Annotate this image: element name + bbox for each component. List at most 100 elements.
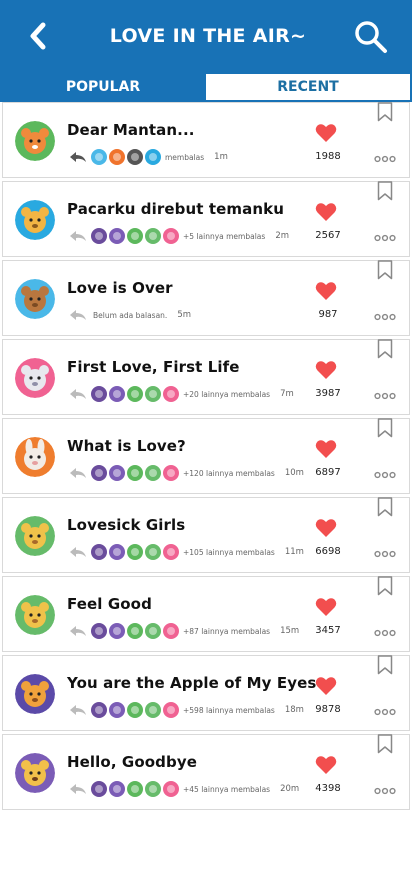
list-item[interactable]: Love is Over Belum ada balasan. 5m 987 xyxy=(2,260,410,336)
heart-icon[interactable] xyxy=(315,123,337,143)
avatar xyxy=(145,386,161,402)
reply-icon[interactable] xyxy=(69,309,87,321)
avatar xyxy=(109,149,125,165)
reply-summary: +598 lainnya membalas 18m xyxy=(69,701,304,719)
avatar[interactable] xyxy=(15,753,55,793)
heart-icon[interactable] xyxy=(315,202,337,222)
reply-summary: +120 lainnya membalas 10m xyxy=(69,464,304,482)
reply-icon[interactable] xyxy=(69,625,87,637)
avatar[interactable] xyxy=(15,358,55,398)
avatar xyxy=(91,702,107,718)
more-options-icon[interactable] xyxy=(374,708,396,716)
post-title[interactable]: Dear Mantan... xyxy=(67,121,195,139)
list-item[interactable]: Lovesick Girls +105 lainnya membalas 11m… xyxy=(2,497,410,573)
heart-icon[interactable] xyxy=(315,518,337,538)
post-title[interactable]: Pacarku direbut temanku xyxy=(67,200,284,218)
like-count: 9878 xyxy=(315,704,341,715)
tab-popular[interactable]: POPULAR xyxy=(0,72,206,102)
list-item[interactable]: What is Love? +120 lainnya membalas 10m … xyxy=(2,418,410,494)
avatar xyxy=(91,228,107,244)
bookmark-icon[interactable] xyxy=(377,655,393,675)
reply-icon[interactable] xyxy=(69,546,87,558)
reply-summary: +105 lainnya membalas 11m xyxy=(69,543,304,561)
avatar xyxy=(109,386,125,402)
avatar[interactable] xyxy=(15,516,55,556)
timestamp: 7m xyxy=(280,389,294,399)
bookmark-icon[interactable] xyxy=(377,576,393,596)
post-title[interactable]: Lovesick Girls xyxy=(67,516,185,534)
tab-recent[interactable]: RECENT xyxy=(206,72,412,102)
timestamp: 2m xyxy=(275,231,290,241)
list-item[interactable]: Hello, Goodbye +45 lainnya membalas 20m … xyxy=(2,734,410,810)
page-title: LOVE IN THE AIR~ xyxy=(109,25,307,47)
avatar xyxy=(127,623,143,639)
bookmark-icon[interactable] xyxy=(377,339,393,359)
post-title[interactable]: Hello, Goodbye xyxy=(67,753,197,771)
reply-icon[interactable] xyxy=(69,704,87,716)
post-title[interactable]: Love is Over xyxy=(67,279,173,297)
bookmark-icon[interactable] xyxy=(377,418,393,438)
reply-summary: membalas 1m xyxy=(69,148,228,166)
list-item[interactable]: Dear Mantan... membalas 1m 1988 xyxy=(2,102,410,178)
avatar[interactable] xyxy=(15,595,55,635)
heart-icon[interactable] xyxy=(315,597,337,617)
reply-count: +598 lainnya membalas xyxy=(183,705,275,715)
avatar[interactable] xyxy=(15,674,55,714)
bookmark-icon[interactable] xyxy=(377,181,393,201)
more-options-icon[interactable] xyxy=(374,313,396,321)
app-header: LOVE IN THE AIR~ xyxy=(0,0,412,72)
heart-icon[interactable] xyxy=(315,281,337,301)
reply-count: Belum ada balasan. xyxy=(93,310,168,320)
reply-icon[interactable] xyxy=(69,230,87,242)
avatar[interactable] xyxy=(15,121,55,161)
bookmark-icon[interactable] xyxy=(377,260,393,280)
heart-icon[interactable] xyxy=(315,676,337,696)
heart-icon[interactable] xyxy=(315,439,337,459)
reply-icon[interactable] xyxy=(69,467,87,479)
post-title[interactable]: You are the Apple of My Eyes xyxy=(67,674,316,692)
timestamp: 15m xyxy=(280,626,300,636)
more-options-icon[interactable] xyxy=(374,155,396,163)
reply-count: +45 lainnya membalas xyxy=(183,784,271,794)
list-item[interactable]: You are the Apple of My Eyes +598 lainny… xyxy=(2,655,410,731)
more-options-icon[interactable] xyxy=(374,392,396,400)
more-options-icon[interactable] xyxy=(374,234,396,242)
avatar xyxy=(145,228,161,244)
more-options-icon[interactable] xyxy=(374,629,396,637)
bookmark-icon[interactable] xyxy=(377,734,393,754)
chevron-left-icon[interactable] xyxy=(24,20,52,52)
more-options-icon[interactable] xyxy=(374,471,396,479)
reply-count: +105 lainnya membalas xyxy=(183,547,275,557)
avatar xyxy=(163,544,179,560)
avatar[interactable] xyxy=(15,437,55,477)
post-title[interactable]: What is Love? xyxy=(67,437,186,455)
list-item[interactable]: Feel Good +87 lainnya membalas 15m 3457 xyxy=(2,576,410,652)
like-count: 6698 xyxy=(315,546,341,557)
avatar xyxy=(163,781,179,797)
avatar[interactable] xyxy=(15,279,55,319)
post-title[interactable]: Feel Good xyxy=(67,595,152,613)
bookmark-icon[interactable] xyxy=(377,102,393,122)
more-options-icon[interactable] xyxy=(374,550,396,558)
reply-count: membalas xyxy=(165,152,205,162)
avatar xyxy=(127,386,143,402)
more-options-icon[interactable] xyxy=(374,787,396,795)
avatar xyxy=(91,386,107,402)
avatar xyxy=(163,623,179,639)
reply-icon[interactable] xyxy=(69,388,87,400)
list-item[interactable]: First Love, First Life +20 lainnya memba… xyxy=(2,339,410,415)
reply-icon[interactable] xyxy=(69,151,87,163)
bookmark-icon[interactable] xyxy=(377,497,393,517)
avatar[interactable] xyxy=(15,200,55,240)
heart-icon[interactable] xyxy=(315,360,337,380)
avatar xyxy=(145,149,161,165)
heart-icon[interactable] xyxy=(315,755,337,775)
avatar xyxy=(127,228,143,244)
search-icon[interactable] xyxy=(354,20,388,54)
reply-summary: Belum ada balasan. 5m xyxy=(69,306,191,324)
reply-icon[interactable] xyxy=(69,783,87,795)
list-item[interactable]: Pacarku direbut temanku +5 lainnya memba… xyxy=(2,181,410,257)
post-title[interactable]: First Love, First Life xyxy=(67,358,240,376)
avatar xyxy=(109,544,125,560)
avatar xyxy=(163,386,179,402)
